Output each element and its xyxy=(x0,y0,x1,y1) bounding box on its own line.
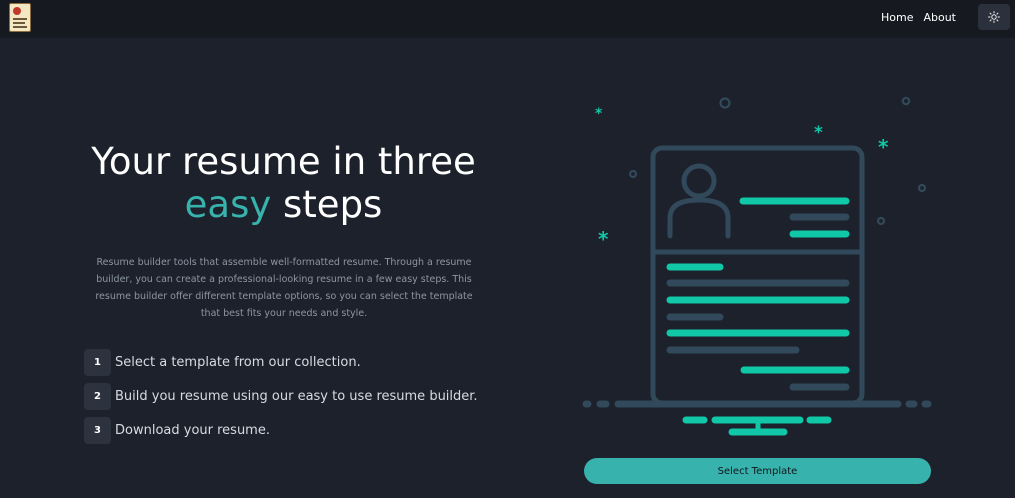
steps-list: 1 Select a template from our collection.… xyxy=(84,348,478,450)
step-text: Select a template from our collection. xyxy=(115,354,361,370)
resume-illustration: * * * * xyxy=(582,96,932,436)
hero-title: Your resume in three easy steps xyxy=(60,140,507,226)
decor-circle-icon xyxy=(876,216,886,226)
resume-logo-icon[interactable] xyxy=(9,3,31,32)
hero-title-accent: easy xyxy=(184,183,272,226)
nav-home-link[interactable]: Home xyxy=(881,11,913,24)
select-template-button[interactable]: Select Template xyxy=(584,458,931,484)
hero-title-rest: steps xyxy=(271,183,383,226)
hero-description: Resume builder tools that assemble well-… xyxy=(95,257,473,319)
step-item: 1 Select a template from our collection. xyxy=(84,348,478,376)
step-text: Build you resume using our easy to use r… xyxy=(115,388,478,404)
sparkle-icon: * xyxy=(878,135,889,159)
sparkle-icon: * xyxy=(595,106,603,122)
decor-circle-icon xyxy=(719,97,731,109)
decor-circle-icon xyxy=(628,169,638,179)
sparkle-icon: * xyxy=(814,123,823,143)
decor-circle-icon xyxy=(917,183,927,193)
decor-circle-icon xyxy=(901,96,911,106)
step-text: Download your resume. xyxy=(115,422,270,438)
step-number-badge: 1 xyxy=(84,348,111,376)
nav-about-link[interactable]: About xyxy=(923,11,956,24)
sun-icon xyxy=(988,11,1000,23)
sparkle-icon: * xyxy=(598,227,609,251)
nav-links: Home About xyxy=(881,11,956,24)
step-number-badge: 3 xyxy=(84,416,111,444)
navbar: Home About xyxy=(0,0,1015,38)
step-item: 2 Build you resume using our easy to use… xyxy=(84,382,478,410)
step-item: 3 Download your resume. xyxy=(84,416,478,444)
hero-title-line1: Your resume in three xyxy=(91,140,476,183)
step-number-badge: 2 xyxy=(84,382,111,410)
theme-toggle-button[interactable] xyxy=(978,4,1010,30)
